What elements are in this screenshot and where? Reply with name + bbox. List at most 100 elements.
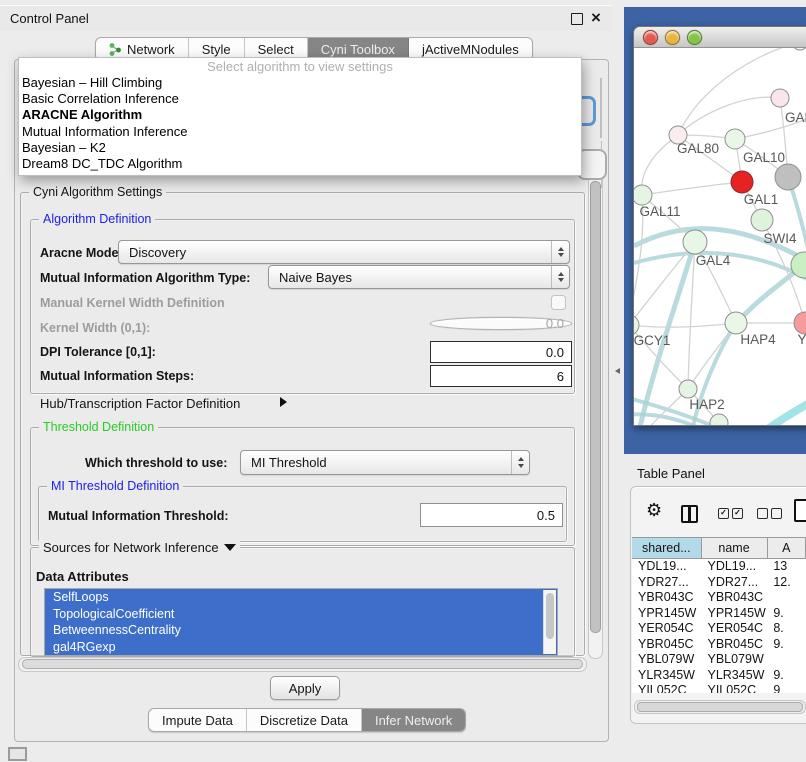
- node-label-hap2: HAP2: [689, 397, 724, 412]
- which-threshold-label: Which threshold to use:: [85, 456, 227, 470]
- algorithm-dropdown-popup: Select algorithm to view settings Bayesi…: [18, 57, 582, 176]
- network-node-y[interactable]: [794, 312, 806, 334]
- close-window-icon[interactable]: [643, 30, 658, 45]
- sources-title-text: Sources for Network Inference: [43, 540, 219, 555]
- network-node[interactable]: [751, 209, 773, 231]
- algorithm-option-bayesian-k2[interactable]: Bayesian – K2: [19, 140, 581, 156]
- attribute-item-topologicalcoefficient[interactable]: TopologicalCoefficient: [45, 606, 557, 623]
- kernel-width-input[interactable]: 0.0: [430, 317, 572, 330]
- data-attributes-list[interactable]: SelfLoopsTopologicalCoefficientBetweenne…: [44, 588, 558, 656]
- network-view-window: GALGAL80GAL10GAL1GAL11SWI4GAL4GCY1HAP4YH…: [633, 26, 806, 426]
- expand-right-icon[interactable]: [280, 397, 287, 407]
- scrollbar-thumb[interactable]: [546, 593, 554, 639]
- stepper-icon: [551, 241, 569, 263]
- algorithm-option-bayesian-hill-climbing[interactable]: Bayesian – Hill Climbing: [19, 75, 581, 91]
- gear-icon[interactable]: ⚙: [646, 500, 662, 521]
- attribute-item-betweennesscentrality[interactable]: BetweennessCentrality: [45, 622, 557, 639]
- table-horizontal-scrollbar[interactable]: [634, 700, 806, 714]
- tab-label: Style: [202, 42, 231, 57]
- minimize-window-icon[interactable]: [665, 30, 680, 45]
- tab-impute-data[interactable]: Impute Data: [149, 709, 247, 731]
- algorithm-option-basic-correlation-inference[interactable]: Basic Correlation Inference: [19, 91, 581, 107]
- table-row[interactable]: YBR045CYBR045C9.: [632, 637, 806, 653]
- collapse-down-icon[interactable]: [224, 544, 236, 551]
- document-icon[interactable]: [794, 499, 806, 522]
- mi-steps-input[interactable]: 6: [430, 365, 572, 387]
- list-scrollbar[interactable]: [543, 590, 556, 654]
- table-cell: YDR27...: [632, 575, 701, 591]
- mi-algorithm-type-value: Naive Bayes: [279, 270, 352, 285]
- network-node-hap4[interactable]: [725, 312, 747, 334]
- application-root: { "colors": { "selection_blue": "#3D6EC9…: [0, 0, 806, 762]
- network-node-gal11[interactable]: [634, 185, 652, 205]
- mi-algorithm-type-label: Mutual Information Algorithm Type:: [40, 271, 250, 285]
- panel-splitter[interactable]: [612, 0, 624, 762]
- mi-threshold-input[interactable]: 0.5: [420, 503, 563, 527]
- table-row[interactable]: YDL19...YDL19...13: [632, 559, 806, 575]
- table-row[interactable]: YER054CYER054C8.: [632, 621, 806, 637]
- table-row[interactable]: YBR043CYBR043C: [632, 590, 806, 606]
- checked-columns-icon[interactable]: ✓✓: [718, 508, 743, 519]
- network-node[interactable]: [775, 164, 801, 190]
- network-node-gal10[interactable]: [725, 129, 745, 149]
- tab-label: Cyni Toolbox: [321, 42, 395, 57]
- table-row[interactable]: YLR345WYLR345W9.: [632, 668, 806, 684]
- column-header-shared[interactable]: shared...: [632, 538, 702, 558]
- unchecked-columns-icon[interactable]: [757, 508, 782, 519]
- attribute-item-gal4rgexp[interactable]: gal4RGexp: [45, 639, 557, 656]
- network-graph[interactable]: GALGAL80GAL10GAL1GAL11SWI4GAL4GCY1HAP4YH…: [634, 48, 806, 425]
- column-header-name[interactable]: name: [702, 538, 768, 558]
- table-cell: 9.: [767, 637, 806, 653]
- node-label-y: Y: [797, 332, 806, 347]
- zoom-window-icon[interactable]: [687, 30, 702, 45]
- node-label-gal11: GAL11: [639, 204, 680, 219]
- algorithm-option-dream8-dc-tdc-algorithm[interactable]: Dream8 DC_TDC Algorithm: [19, 156, 581, 172]
- settings-vertical-scrollbar[interactable]: [588, 173, 603, 659]
- table-row[interactable]: YBL079WYBL079W: [632, 652, 806, 668]
- mi-algorithm-type-select[interactable]: Naive Bayes: [268, 265, 570, 289]
- algorithm-definition-title: Algorithm Definition: [39, 212, 155, 226]
- control-panel-titlebar: Control Panel ×: [0, 5, 612, 31]
- settings-horizontal-scrollbar[interactable]: [18, 657, 587, 672]
- scrollbar-thumb[interactable]: [590, 181, 601, 633]
- network-node-gcy1[interactable]: [634, 315, 639, 335]
- columns-icon[interactable]: [681, 505, 698, 523]
- tab-discretize-data[interactable]: Discretize Data: [247, 709, 362, 731]
- minimized-panel-icon[interactable]: [8, 747, 27, 761]
- table-row[interactable]: YIL052CYIL052C9: [632, 683, 806, 693]
- aracne-mode-select[interactable]: Discovery: [118, 240, 570, 264]
- kernel-width-value: 0.0: [546, 316, 564, 331]
- apply-button[interactable]: Apply: [270, 676, 340, 700]
- network-window-titlebar[interactable]: [634, 27, 806, 48]
- table-cell: YBR043C: [701, 590, 767, 606]
- scrollbar-thumb[interactable]: [637, 702, 803, 712]
- tab-label: Discretize Data: [260, 713, 348, 728]
- node-label-gal4: GAL4: [696, 253, 731, 268]
- network-node-gal1[interactable]: [731, 171, 753, 193]
- tab-infer-network[interactable]: Infer Network: [362, 709, 465, 731]
- hub-definition-expander[interactable]: Hub/Transcription Factor Definition: [40, 396, 240, 411]
- algorithm-option-mutual-information-inference[interactable]: Mutual Information Inference: [19, 124, 581, 140]
- splitter-collapse-icon[interactable]: [615, 368, 620, 374]
- float-panel-icon[interactable]: [571, 13, 583, 25]
- column-header-a[interactable]: A: [768, 538, 806, 558]
- table-body: YDL19...YDL19...13YDR27...YDR27...12.YBR…: [632, 559, 806, 693]
- table-row[interactable]: YDR27...YDR27...12.: [632, 575, 806, 591]
- network-node-hap2[interactable]: [679, 380, 697, 398]
- dpi-tolerance-input[interactable]: 0.0: [430, 341, 572, 363]
- manual-kernel-checkbox[interactable]: [551, 295, 566, 310]
- algorithm-option-aracne-algorithm[interactable]: ARACNE Algorithm: [19, 107, 581, 123]
- scrollbar-thumb[interactable]: [22, 659, 583, 669]
- close-panel-icon[interactable]: ×: [591, 6, 601, 30]
- table-cell: YDL19...: [632, 559, 701, 575]
- attribute-item-selfloops[interactable]: SelfLoops: [45, 589, 557, 606]
- network-node[interactable]: [792, 48, 806, 50]
- table-cell: YDR27...: [701, 575, 767, 591]
- network-node-gal[interactable]: [771, 89, 789, 107]
- table-row[interactable]: YPR145WYPR145W9.: [632, 606, 806, 622]
- network-node-gal4[interactable]: [683, 230, 707, 254]
- stepper-icon: [511, 451, 529, 474]
- which-threshold-select[interactable]: MI Threshold: [240, 450, 530, 475]
- node-label-gcy1: GCY1: [634, 333, 670, 348]
- table-cell: 9.: [767, 606, 806, 622]
